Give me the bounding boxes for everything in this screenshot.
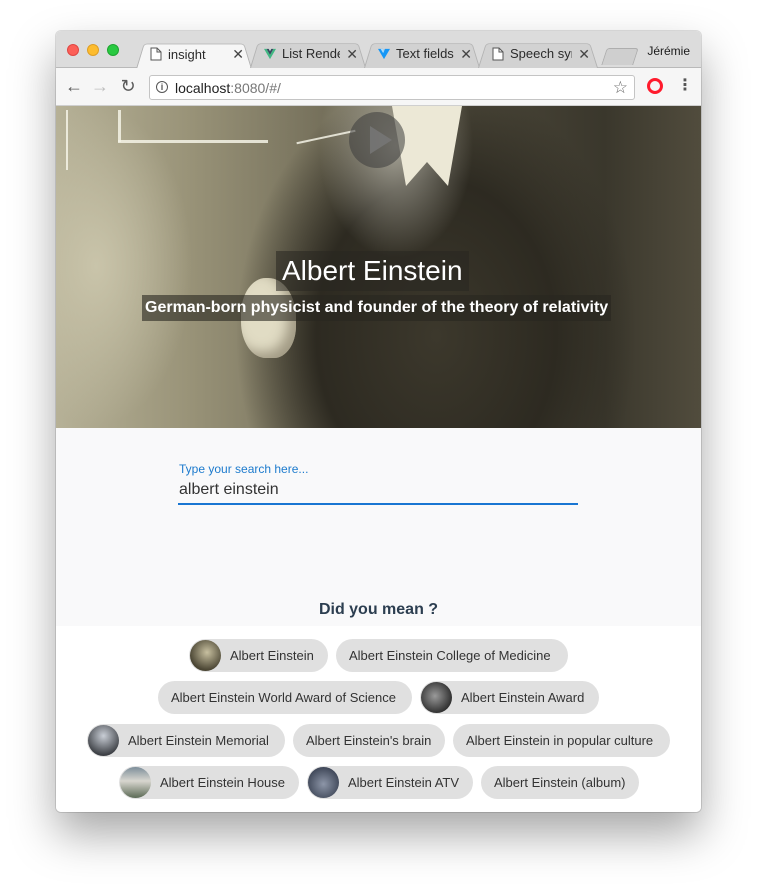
star-icon[interactable]: ☆ <box>613 78 628 98</box>
vuetify-logo-icon <box>378 48 390 59</box>
chip-label: Albert Einstein College of Medicine <box>349 648 551 663</box>
search-input[interactable] <box>178 476 578 505</box>
suggestion-chip[interactable]: Albert Einstein Award <box>420 681 599 714</box>
hero-subtitle: German-born physicist and founder of the… <box>142 295 612 321</box>
suggestion-chip[interactable]: Albert Einstein College of Medicine <box>336 639 568 672</box>
thumbnail-image <box>421 682 452 713</box>
url-text[interactable]: localhost:8080/#/ <box>175 80 281 96</box>
tab-title: List Rendering <box>282 46 340 61</box>
page-icon <box>492 47 504 60</box>
tab-text-fields[interactable]: Text fields ✕ <box>364 39 480 68</box>
tab-title: Text fields <box>396 46 454 61</box>
browser-toolbar: ← → ↻ i localhost:8080/#/ ☆ ⋮ <box>56 68 701 106</box>
address-bar[interactable]: i localhost:8080/#/ ☆ <box>149 75 635 100</box>
new-tab-button[interactable] <box>601 48 639 65</box>
hero-banner: Albert Einstein German-born physicist an… <box>56 106 701 428</box>
minimize-window-button[interactable] <box>87 44 99 56</box>
close-tab-icon[interactable]: ✕ <box>460 47 472 61</box>
chip-label: Albert Einstein House <box>160 775 286 790</box>
suggestion-chip[interactable]: Albert Einstein World Award of Science <box>158 681 412 714</box>
chip-label: Albert Einstein's brain <box>306 733 432 748</box>
suggestion-chip[interactable]: Albert Einstein <box>189 639 328 672</box>
url-path: :8080/#/ <box>230 80 281 96</box>
arrow-right-icon[interactable]: → <box>90 76 110 96</box>
search-label: Type your search here... <box>179 462 309 476</box>
chip-label: Albert Einstein in popular culture <box>466 733 654 748</box>
did-you-mean-heading: Did you mean ? <box>318 601 439 618</box>
tab-speech-synthesis[interactable]: Speech synthesis ✕ <box>478 39 598 68</box>
thumbnail-image <box>88 725 119 756</box>
vue-logo-icon <box>264 48 276 59</box>
chalk-mark <box>296 129 356 145</box>
thumbnail-image <box>120 767 151 798</box>
url-host: localhost <box>175 80 231 96</box>
chip-label: Albert Einstein Award <box>461 690 585 705</box>
info-icon[interactable]: i <box>156 81 168 93</box>
chip-label: Albert Einstein <box>230 648 314 663</box>
play-triangle-icon <box>370 126 392 154</box>
close-window-button[interactable] <box>67 44 79 56</box>
thumbnail-image <box>308 767 339 798</box>
maximize-window-button[interactable] <box>107 44 119 56</box>
suggestion-chip[interactable]: Albert Einstein Memorial <box>87 724 285 757</box>
suggestion-chip[interactable]: Albert Einstein in popular culture <box>453 724 670 757</box>
tab-list-rendering[interactable]: List Rendering ✕ <box>250 39 366 68</box>
chalk-mark <box>118 110 121 142</box>
menu-icon[interactable]: ⋮ <box>677 76 693 96</box>
chalk-mark <box>118 140 268 143</box>
suggestion-chip[interactable]: Albert Einstein's brain <box>293 724 445 757</box>
chip-label: Albert Einstein (album) <box>494 775 626 790</box>
suggestion-chips: Albert Einstein Albert Einstein College … <box>56 626 701 812</box>
chip-label: Albert Einstein World Award of Science <box>171 690 396 705</box>
close-tab-icon[interactable]: ✕ <box>232 47 244 61</box>
profile-name[interactable]: Jérémie <box>647 44 690 58</box>
tab-insight[interactable]: insight ✕ <box>136 39 252 69</box>
chip-label: Albert Einstein Memorial <box>128 733 269 748</box>
thumbnail-image <box>190 640 221 671</box>
search-section: Type your search here... Did you mean ? <box>56 428 701 626</box>
reload-icon[interactable]: ↻ <box>118 76 138 96</box>
close-tab-icon[interactable]: ✕ <box>346 47 358 61</box>
close-tab-icon[interactable]: ✕ <box>578 47 590 61</box>
tab-strip: insight ✕ List Rendering ✕ Text fields ✕… <box>56 31 701 68</box>
page-icon <box>150 47 162 61</box>
chalk-mark <box>66 110 68 170</box>
hero-title: Albert Einstein <box>276 251 469 291</box>
suggestion-chip[interactable]: Albert Einstein (album) <box>481 766 639 799</box>
suggestion-chip[interactable]: Albert Einstein House <box>119 766 299 799</box>
opera-icon[interactable] <box>647 78 663 94</box>
browser-window: insight ✕ List Rendering ✕ Text fields ✕… <box>56 31 701 812</box>
arrow-left-icon[interactable]: ← <box>64 76 84 96</box>
chip-label: Albert Einstein ATV <box>348 775 460 790</box>
tab-title: Speech synthesis <box>510 46 572 61</box>
suggestion-chip[interactable]: Albert Einstein ATV <box>307 766 473 799</box>
tab-title: insight <box>168 46 206 62</box>
